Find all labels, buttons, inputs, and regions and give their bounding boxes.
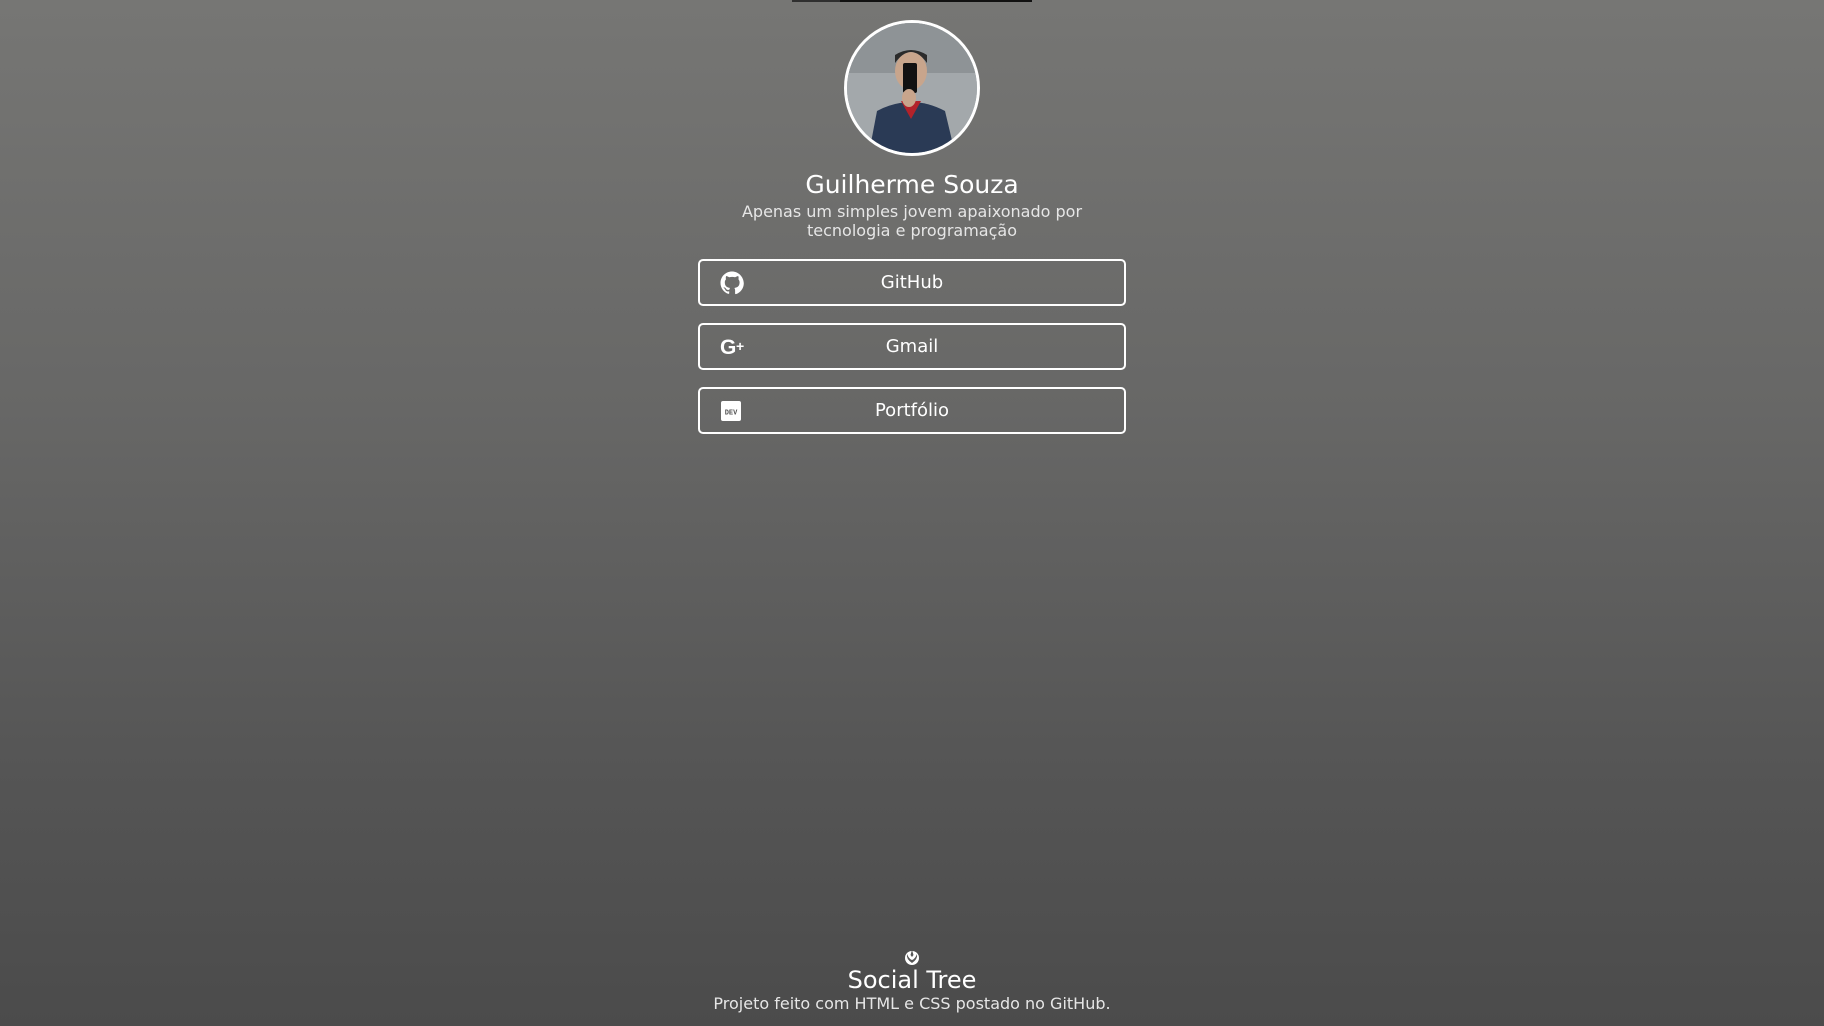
google-plus-icon: G +: [720, 335, 750, 359]
links-list: GitHub G + Gmail DEV Portfólio: [698, 259, 1126, 451]
gmail-link-label: Gmail: [885, 336, 939, 357]
footer-text: Projeto feito com HTML e CSS postado no …: [713, 994, 1111, 1013]
profile-header: Guilherme Souza Apenas um simples jovem …: [0, 20, 1824, 240]
footer: Social Tree Projeto feito com HTML e CSS…: [0, 948, 1824, 1014]
footer-title: Social Tree: [847, 966, 977, 994]
top-divider: [792, 0, 1032, 2]
github-link-label: GitHub: [880, 272, 944, 293]
github-icon: [720, 271, 744, 295]
avatar: [844, 20, 980, 156]
svg-text:+: +: [736, 338, 744, 354]
portfolio-link-button[interactable]: DEV Portfólio: [698, 387, 1126, 434]
rebel-icon: [903, 948, 921, 966]
svg-text:DEV: DEV: [725, 410, 738, 418]
profile-bio: Apenas um simples jovem apaixonado por t…: [741, 202, 1083, 240]
portfolio-link-label: Portfólio: [874, 400, 950, 421]
svg-text:G: G: [720, 336, 736, 359]
profile-name: Guilherme Souza: [805, 170, 1019, 199]
github-link-button[interactable]: GitHub: [698, 259, 1126, 306]
dev-icon: DEV: [720, 399, 744, 423]
gmail-link-button[interactable]: G + Gmail: [698, 323, 1126, 370]
